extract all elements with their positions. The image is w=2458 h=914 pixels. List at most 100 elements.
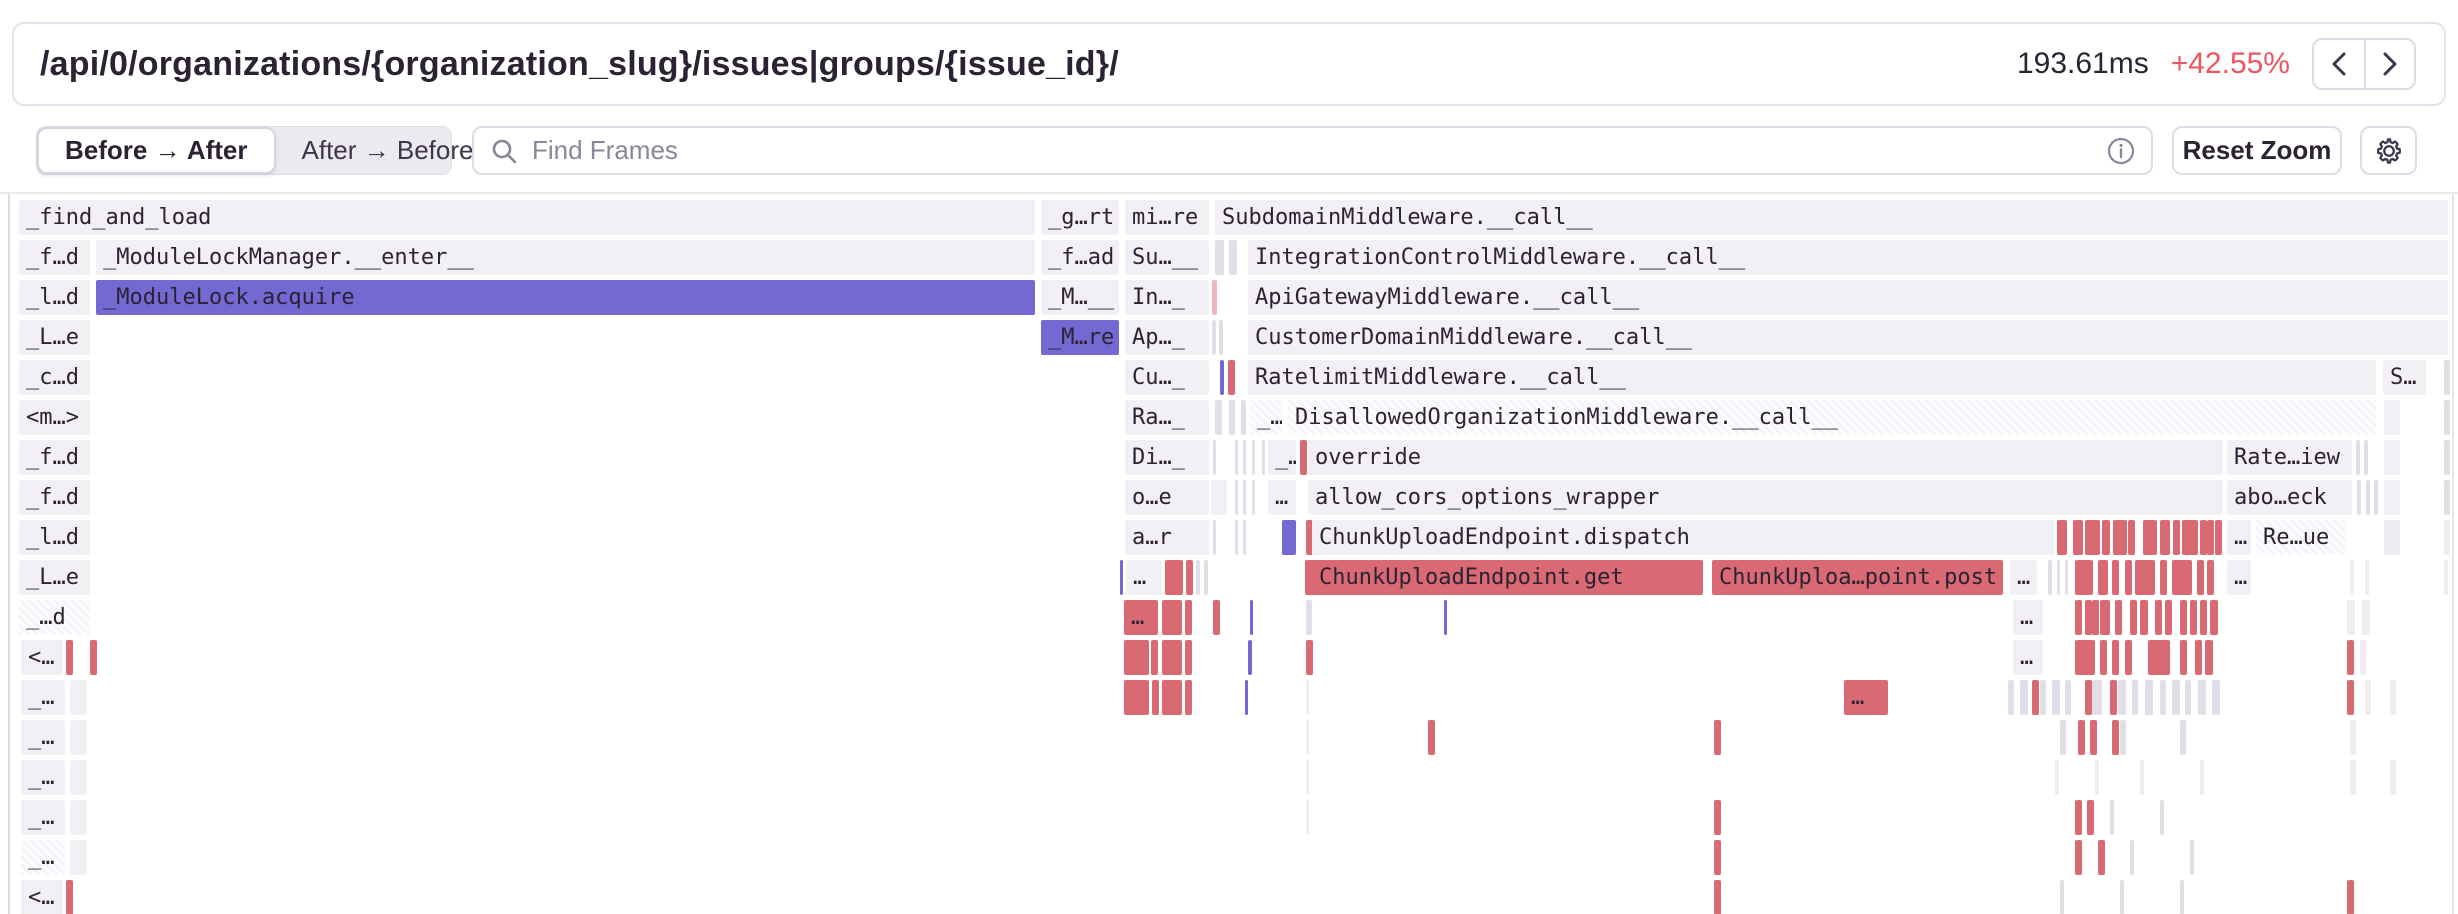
flame-sliver[interactable] bbox=[1165, 560, 1183, 595]
flame-sliver[interactable] bbox=[2140, 600, 2148, 635]
flame-sliver[interactable] bbox=[70, 760, 87, 795]
flame-sliver[interactable] bbox=[2356, 440, 2360, 475]
flame-sliver[interactable] bbox=[2207, 560, 2214, 595]
flame-sliver[interactable] bbox=[2140, 760, 2144, 795]
flamegraph[interactable]: _find_and_load_g…rtmi…reSubdomainMiddlew… bbox=[0, 0, 2458, 914]
flame-frame[interactable]: … bbox=[1126, 560, 1162, 595]
flame-sliver[interactable] bbox=[70, 800, 87, 835]
flame-sliver[interactable] bbox=[2060, 880, 2064, 914]
flame-frame[interactable]: IntegrationControlMiddleware.__call__ bbox=[1248, 240, 2448, 275]
flame-sliver[interactable] bbox=[2032, 680, 2039, 715]
flame-frame[interactable]: mi…re bbox=[1125, 200, 1209, 235]
flame-sliver[interactable] bbox=[2110, 800, 2114, 835]
flame-sliver[interactable] bbox=[2118, 680, 2126, 715]
flame-sliver[interactable] bbox=[2444, 400, 2450, 435]
flame-sliver[interactable] bbox=[2085, 520, 2100, 555]
flame-sliver[interactable] bbox=[70, 840, 87, 875]
flame-sliver[interactable] bbox=[1306, 680, 1309, 715]
flame-sliver[interactable] bbox=[2020, 680, 2028, 715]
flame-sliver[interactable] bbox=[70, 720, 87, 755]
flame-sliver[interactable] bbox=[1444, 600, 1447, 635]
flame-sliver[interactable] bbox=[1215, 400, 1222, 435]
flame-sliver[interactable] bbox=[1243, 520, 1246, 555]
flame-frame[interactable]: _ModuleLockManager.__enter__ bbox=[96, 240, 1035, 275]
flame-sliver[interactable] bbox=[2195, 640, 2202, 675]
flame-sliver[interactable] bbox=[1213, 440, 1216, 475]
flame-sliver[interactable] bbox=[2200, 600, 2207, 635]
flame-sliver[interactable] bbox=[2190, 600, 2197, 635]
flame-sliver[interactable] bbox=[1241, 400, 1246, 435]
flame-frame[interactable]: Su…__ bbox=[1125, 240, 1209, 275]
flame-sliver[interactable] bbox=[2384, 480, 2400, 515]
flame-sliver[interactable] bbox=[2095, 760, 2099, 795]
flame-sliver[interactable] bbox=[1243, 440, 1246, 475]
flame-sliver[interactable] bbox=[2075, 560, 2093, 595]
flame-frame[interactable]: _c…d bbox=[19, 360, 90, 395]
flame-sliver[interactable] bbox=[1428, 720, 1435, 755]
flame-frame[interactable]: _… bbox=[21, 720, 65, 755]
flame-sliver[interactable] bbox=[1162, 680, 1182, 715]
flame-frame[interactable]: S… bbox=[2383, 360, 2426, 395]
flame-sliver[interactable] bbox=[2085, 600, 2092, 635]
flame-frame[interactable]: ChunkUploadEndpoint.dispatch bbox=[1312, 520, 2054, 555]
flame-sliver[interactable] bbox=[2374, 480, 2378, 515]
flame-sliver[interactable] bbox=[1306, 720, 1309, 755]
flame-sliver[interactable] bbox=[1282, 520, 1296, 555]
flame-frame[interactable]: ChunkUploa…point.post bbox=[1712, 560, 2003, 595]
flame-sliver[interactable] bbox=[2207, 520, 2214, 555]
flame-sliver[interactable] bbox=[2100, 640, 2107, 675]
flame-sliver[interactable] bbox=[2384, 400, 2400, 435]
flame-sliver[interactable] bbox=[1185, 640, 1192, 675]
flame-sliver[interactable] bbox=[1219, 320, 1223, 355]
flame-sliver[interactable] bbox=[2040, 680, 2046, 715]
flame-sliver[interactable] bbox=[2092, 600, 2099, 635]
flame-sliver[interactable] bbox=[2215, 520, 2222, 555]
flame-sliver[interactable] bbox=[2185, 680, 2191, 715]
flame-sliver[interactable] bbox=[2347, 640, 2354, 675]
flame-sliver[interactable] bbox=[2065, 680, 2071, 715]
flame-sliver[interactable] bbox=[2102, 520, 2110, 555]
flame-sliver[interactable] bbox=[1213, 520, 1216, 555]
flame-frame[interactable]: _… bbox=[1250, 400, 1282, 435]
flame-sliver[interactable] bbox=[2048, 560, 2052, 595]
flame-sliver[interactable] bbox=[2180, 880, 2184, 914]
flame-sliver[interactable] bbox=[2160, 680, 2166, 715]
flame-sliver[interactable] bbox=[1714, 720, 1721, 755]
flame-sliver[interactable] bbox=[2075, 600, 2082, 635]
flame-sliver[interactable] bbox=[2160, 520, 2170, 555]
flame-sliver[interactable] bbox=[1714, 800, 1721, 835]
flame-sliver[interactable] bbox=[2444, 360, 2450, 395]
flame-sliver[interactable] bbox=[1300, 440, 1307, 475]
flame-sliver[interactable] bbox=[2120, 720, 2126, 755]
flame-sliver[interactable] bbox=[1220, 360, 1224, 395]
flame-sliver[interactable] bbox=[2444, 440, 2450, 475]
flame-sliver[interactable] bbox=[2143, 520, 2157, 555]
flame-sliver[interactable] bbox=[1250, 600, 1253, 635]
flame-sliver[interactable] bbox=[2065, 560, 2068, 595]
flame-sliver[interactable] bbox=[2180, 720, 2186, 755]
flame-sliver[interactable] bbox=[1213, 600, 1220, 635]
flame-frame[interactable]: SubdomainMiddleware.__call__ bbox=[1215, 200, 2448, 235]
flame-sliver[interactable] bbox=[1229, 400, 1235, 435]
flame-sliver[interactable] bbox=[2078, 720, 2085, 755]
flame-frame[interactable]: _… bbox=[21, 840, 65, 875]
flame-frame[interactable]: _M…re bbox=[1041, 320, 1119, 355]
flame-sliver[interactable] bbox=[2155, 600, 2162, 635]
flame-sliver[interactable] bbox=[2120, 880, 2124, 914]
flame-sliver[interactable] bbox=[2160, 560, 2167, 595]
flame-sliver[interactable] bbox=[1196, 560, 1200, 595]
flame-frame[interactable]: … bbox=[1124, 600, 1158, 635]
flame-sliver[interactable] bbox=[2182, 520, 2198, 555]
flame-sliver[interactable] bbox=[2112, 640, 2119, 675]
flame-sliver[interactable] bbox=[2132, 680, 2138, 715]
flame-frame[interactable]: <… bbox=[21, 880, 63, 914]
flame-sliver[interactable] bbox=[2008, 680, 2014, 715]
flame-frame[interactable]: Di…_ bbox=[1125, 440, 1209, 475]
flame-sliver[interactable] bbox=[2384, 440, 2400, 475]
flame-sliver[interactable] bbox=[1235, 480, 1238, 515]
flame-sliver[interactable] bbox=[2085, 680, 2092, 715]
flame-sliver[interactable] bbox=[2366, 480, 2370, 515]
flame-sliver[interactable] bbox=[2347, 880, 2354, 914]
flame-sliver[interactable] bbox=[1228, 360, 1235, 395]
flame-sliver[interactable] bbox=[1124, 640, 1149, 675]
